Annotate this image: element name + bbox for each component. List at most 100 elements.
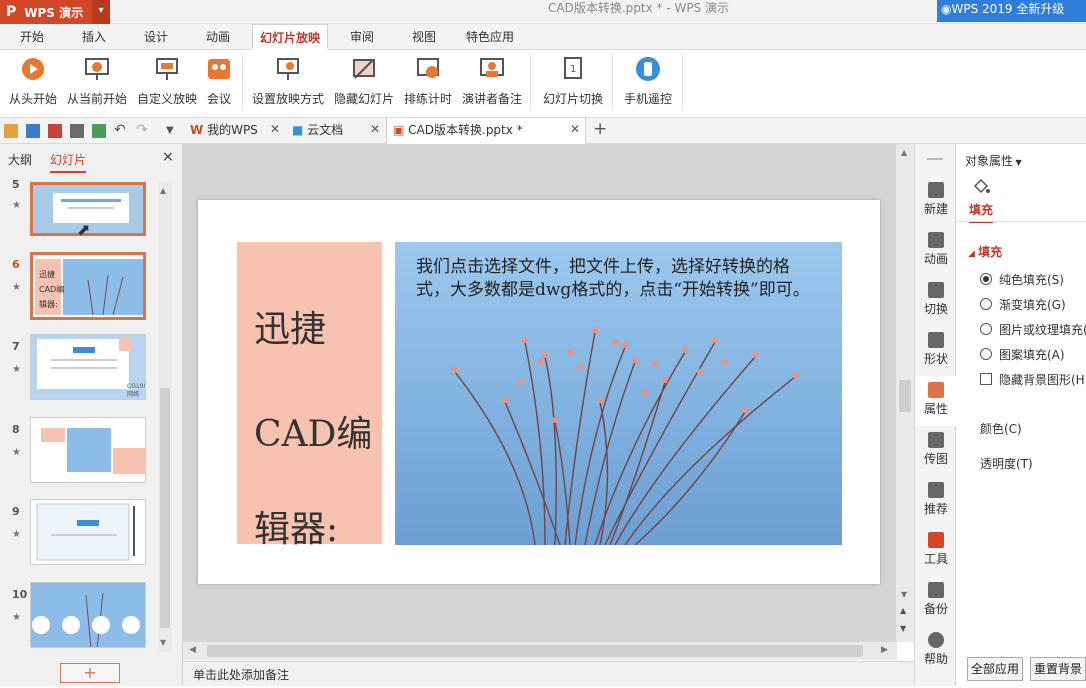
doc-tab-label: CAD版本转换.pptx * (408, 123, 523, 137)
scroll-up-icon[interactable]: ▲ (160, 186, 166, 195)
meeting-button[interactable]: 会议 (202, 54, 236, 114)
tab-slides[interactable]: 幻灯片 (50, 151, 87, 173)
scroll-down-icon[interactable]: ▼ (160, 638, 166, 647)
doc-tab-mywps[interactable]: W 我的WPS (186, 118, 282, 144)
task-switch[interactable]: 切换 (915, 282, 957, 317)
chevron-down-icon[interactable]: ▾ (92, 0, 110, 24)
window-title: CAD版本转换.pptx * - WPS 演示 (548, 1, 729, 15)
tab-review[interactable]: 审阅 (336, 24, 388, 50)
speaker-notes-button[interactable]: 演讲者备注 (460, 54, 524, 114)
scroll-thumb[interactable] (207, 645, 863, 657)
tab-home[interactable]: 开始 (6, 24, 58, 50)
task-recommend[interactable]: 推荐 (915, 482, 957, 517)
add-tab-icon[interactable]: + (593, 119, 607, 139)
setup-show-label: 设置放映方式 (251, 92, 324, 106)
solid-fill-radio[interactable] (980, 273, 992, 285)
print-preview-icon[interactable] (92, 124, 106, 138)
gradient-fill-radio[interactable] (980, 298, 992, 310)
scroll-thumb[interactable] (899, 380, 911, 412)
notes-area[interactable]: 单击此处添加备注 (183, 661, 914, 686)
tab-animation[interactable]: 动画 (192, 24, 244, 50)
scroll-up-icon[interactable]: ▲ (901, 148, 907, 157)
custom-show-icon (154, 56, 180, 82)
apply-all-button[interactable]: 全部应用 (967, 657, 1023, 681)
pattern-fill-radio[interactable] (980, 348, 992, 360)
app-name: WPS 演示 (24, 5, 84, 20)
task-animation[interactable]: 动画 (915, 232, 957, 267)
thumbnail-slide-7[interactable]: CG1000 网络 (30, 334, 146, 400)
task-backup[interactable]: 备份 (915, 582, 957, 617)
object-properties-dropdown[interactable]: 对象属性 ▼ (965, 152, 1022, 169)
tab-view[interactable]: 视图 (398, 24, 450, 50)
export-pdf-icon[interactable] (48, 124, 62, 138)
doc-tab-active[interactable]: ▣ CAD版本转换.pptx * (386, 118, 586, 144)
task-tools[interactable]: 工具 (915, 532, 957, 567)
setup-show-button[interactable]: 设置放映方式 (250, 54, 326, 114)
open-folder-icon[interactable] (4, 124, 18, 138)
app-menu-button[interactable]: P WPS 演示 ▾ (0, 0, 110, 24)
thumbnail-slide-8[interactable] (30, 417, 146, 483)
close-icon[interactable]: ✕ (270, 122, 280, 136)
doc-tab-cloud[interactable]: ■ 云文档 (288, 118, 378, 144)
hide-background-checkbox[interactable] (980, 373, 992, 385)
quick-access-bar: ↶ ↷ ▼ W 我的WPS ✕ ■ 云文档 ✕ ▣ CAD版本转换.pptx *… (0, 118, 1086, 144)
thumbnail-scrollbar[interactable]: ▲ ▼ (158, 182, 172, 652)
task-pane-toolbar: 新建 动画 切换 形状 属性 传图 推荐 工具 备份 帮助 (914, 144, 957, 686)
thumbnail-slide-9[interactable] (30, 499, 146, 565)
task-shape[interactable]: 形状 (915, 332, 957, 367)
next-slide-icon[interactable]: ▼ (900, 624, 906, 633)
thumbnail-slide-10[interactable] (30, 582, 146, 648)
redo-icon[interactable]: ↷ (136, 123, 150, 138)
properties-panel: 对象属性 ▼ 填充 ◢ 填充 (956, 144, 1086, 686)
scroll-down-icon[interactable]: ▼ (901, 590, 907, 599)
more-dropdown-icon[interactable]: ▼ (166, 124, 180, 138)
slide-transition-button[interactable]: 1 幻灯片切换 (540, 54, 606, 114)
phone-remote-button[interactable]: 手机遥控 (620, 54, 676, 114)
tab-outline[interactable]: 大纲 (8, 151, 32, 168)
tab-design[interactable]: 设计 (130, 24, 182, 50)
task-upload-image[interactable]: 传图 (915, 432, 957, 467)
task-help[interactable]: 帮助 (915, 632, 957, 667)
save-icon[interactable] (26, 124, 40, 138)
close-icon[interactable]: × (162, 149, 174, 165)
svg-text:1: 1 (570, 64, 576, 75)
title-box[interactable] (237, 242, 382, 544)
print-icon[interactable] (70, 124, 84, 138)
thumb-number: 9 (12, 505, 20, 518)
prev-slide-icon[interactable]: ▲ (900, 606, 906, 615)
fill-tab[interactable]: 填充 (969, 201, 994, 223)
hide-slide-button[interactable]: 隐藏幻灯片 (332, 54, 396, 114)
tab-insert[interactable]: 插入 (68, 24, 120, 50)
scroll-right-icon[interactable]: ▶ (881, 645, 888, 655)
fill-section-header[interactable]: ◢ 填充 (968, 243, 1002, 260)
close-icon[interactable]: ✕ (370, 122, 380, 136)
thumbnail-slide-6[interactable]: 迅捷 CAD编 辑器: (30, 252, 146, 320)
tab-slideshow[interactable]: 幻灯片放映 (252, 24, 328, 50)
recommend-icon (928, 482, 944, 498)
slide-body-text[interactable]: 我们点击选择文件，把文件上传，选择好转换的格式，大多数都是dwg格式的，点击“开… (416, 256, 816, 302)
tab-special[interactable]: 特色应用 (458, 24, 522, 50)
doc-tab-label: 云文档 (307, 123, 344, 137)
from-start-button[interactable]: 从头开始 (6, 54, 60, 114)
close-icon[interactable]: ✕ (570, 122, 580, 136)
from-current-button[interactable]: 从当前开始 (64, 54, 130, 114)
canvas-horizontal-scrollbar[interactable]: ◀ ▶ (183, 642, 897, 660)
task-new[interactable]: 新建 (915, 182, 957, 217)
task-property[interactable]: 属性 (915, 376, 957, 426)
scroll-left-icon[interactable]: ◀ (189, 645, 196, 655)
reset-background-button[interactable]: 重置背景 (1030, 657, 1086, 681)
play-current-icon (84, 56, 110, 82)
custom-show-button[interactable]: 自定义放映 (134, 54, 200, 114)
drag-handle-icon[interactable] (927, 158, 943, 160)
upload-image-icon (928, 432, 944, 448)
upgrade-button[interactable]: ◉WPS 2019 全新升级 (937, 0, 1086, 22)
rehearse-timing-button[interactable]: 排练计时 (402, 54, 454, 114)
fill-section-label: 填充 (978, 245, 1003, 259)
scroll-thumb[interactable] (160, 388, 170, 628)
add-slide-button[interactable]: + (60, 663, 120, 683)
picture-fill-radio[interactable] (980, 323, 992, 335)
canvas-vertical-scrollbar[interactable]: ▲ ▼ ▲ ▼ (896, 144, 914, 642)
undo-icon[interactable]: ↶ (114, 123, 128, 138)
ribbon-separator (612, 54, 613, 110)
animation-star-icon: ★ (12, 529, 21, 540)
